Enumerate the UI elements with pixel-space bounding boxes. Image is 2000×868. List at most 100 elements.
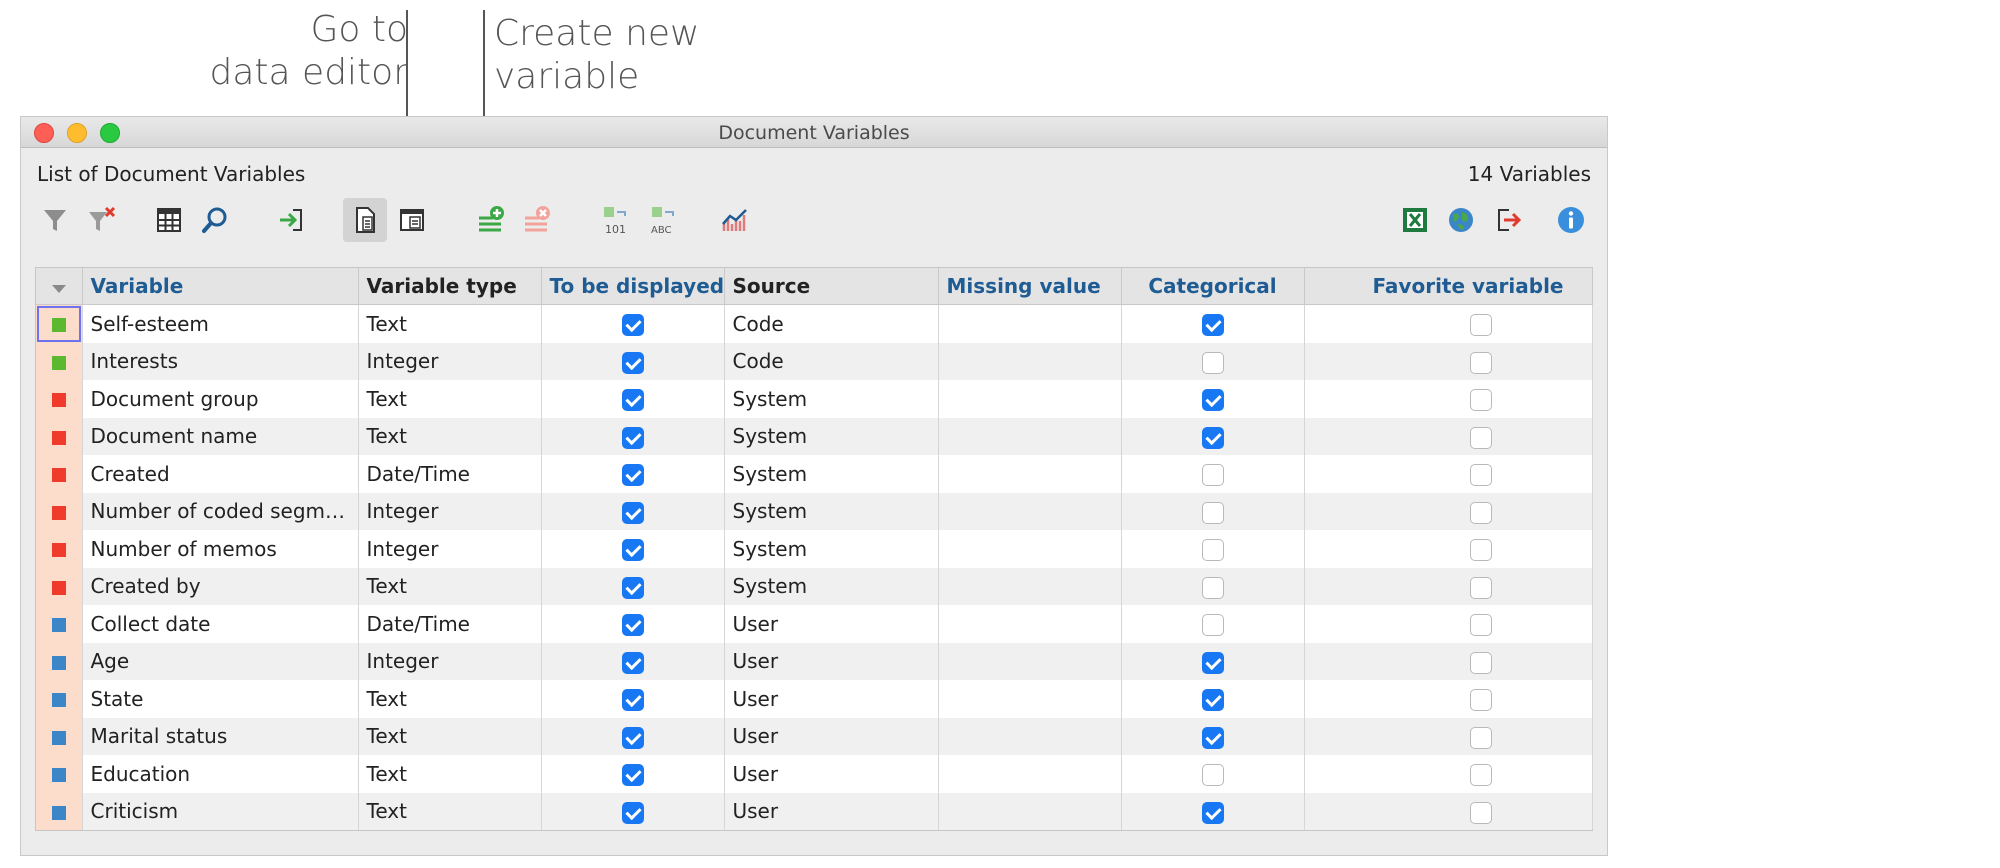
categorical-checkbox[interactable] bbox=[1201, 651, 1224, 674]
row-marker[interactable] bbox=[36, 642, 83, 680]
favorite-variable-checkbox[interactable] bbox=[1469, 501, 1492, 524]
row-marker[interactable] bbox=[36, 492, 83, 530]
to-be-displayed-checkbox[interactable] bbox=[621, 614, 644, 636]
missing-value-cell[interactable] bbox=[938, 755, 1122, 793]
categorical-checkbox[interactable] bbox=[1201, 539, 1224, 561]
to-be-displayed-checkbox[interactable] bbox=[621, 539, 644, 561]
table-row[interactable]: Age Integer User bbox=[36, 642, 1593, 680]
statistics-button[interactable] bbox=[713, 198, 757, 242]
new-variable-button[interactable] bbox=[469, 198, 513, 242]
categorical-checkbox[interactable] bbox=[1201, 389, 1224, 411]
excel-export-button[interactable] bbox=[1393, 198, 1437, 242]
to-be-displayed-checkbox[interactable] bbox=[621, 426, 644, 449]
categorical-checkbox[interactable] bbox=[1201, 426, 1224, 449]
categorical-checkbox[interactable] bbox=[1201, 464, 1224, 486]
missing-value-cell[interactable] bbox=[938, 342, 1122, 380]
row-marker[interactable] bbox=[36, 792, 83, 830]
categorical-checkbox[interactable] bbox=[1201, 764, 1224, 786]
table-row[interactable]: Number of coded segme... Integer System bbox=[36, 492, 1593, 530]
info-button[interactable] bbox=[1549, 198, 1593, 242]
row-marker[interactable] bbox=[36, 455, 83, 493]
missing-value-cell[interactable] bbox=[938, 567, 1122, 605]
clear-filter-button[interactable] bbox=[79, 198, 123, 242]
column-header-variable-type[interactable]: Variable type bbox=[358, 268, 542, 305]
to-be-displayed-checkbox[interactable] bbox=[621, 501, 644, 524]
variable-name-cell[interactable]: Collect date bbox=[82, 605, 359, 643]
variable-name-cell[interactable]: Age bbox=[82, 642, 359, 680]
to-be-displayed-checkbox[interactable] bbox=[621, 351, 644, 374]
missing-value-cell[interactable] bbox=[938, 530, 1122, 568]
table-row[interactable]: Document name Text System bbox=[36, 417, 1593, 455]
categorical-checkbox[interactable] bbox=[1201, 726, 1224, 749]
variable-type-cell[interactable]: Integer bbox=[358, 342, 542, 380]
column-header-source[interactable]: Source bbox=[724, 268, 939, 305]
table-row[interactable]: Number of memos Integer System bbox=[36, 530, 1593, 568]
table-row[interactable]: Interests Integer Code bbox=[36, 342, 1593, 380]
row-marker[interactable] bbox=[36, 380, 83, 418]
to-be-displayed-checkbox[interactable] bbox=[621, 726, 644, 749]
table-row[interactable]: Criticism Text User bbox=[36, 792, 1593, 830]
variable-name-cell[interactable]: Number of memos bbox=[82, 530, 359, 568]
row-marker[interactable] bbox=[36, 605, 83, 643]
variable-type-cell[interactable]: Text bbox=[358, 304, 542, 343]
favorite-variable-checkbox[interactable] bbox=[1469, 314, 1492, 336]
variable-type-cell[interactable]: Integer bbox=[358, 530, 542, 568]
table-row[interactable]: Document group Text System bbox=[36, 380, 1593, 418]
variable-type-cell[interactable]: Date/Time bbox=[358, 605, 542, 643]
variable-name-cell[interactable]: Marital status bbox=[82, 717, 359, 755]
html-export-button[interactable] bbox=[1439, 198, 1483, 242]
row-marker[interactable] bbox=[36, 304, 83, 343]
to-be-displayed-checkbox[interactable] bbox=[621, 314, 644, 336]
table-row[interactable]: Created by Text System bbox=[36, 567, 1593, 605]
table-row[interactable]: State Text User bbox=[36, 680, 1593, 718]
delete-variable-button[interactable] bbox=[515, 198, 559, 242]
sort-column-header[interactable] bbox=[36, 268, 83, 305]
missing-value-cell[interactable] bbox=[938, 717, 1122, 755]
missing-value-cell[interactable] bbox=[938, 792, 1122, 830]
favorite-variable-checkbox[interactable] bbox=[1469, 651, 1492, 674]
categorical-checkbox[interactable] bbox=[1201, 314, 1224, 336]
convert-text-button[interactable]: ABC bbox=[643, 198, 687, 242]
row-marker[interactable] bbox=[36, 755, 83, 793]
import-button[interactable] bbox=[269, 198, 313, 242]
variable-name-cell[interactable]: Created bbox=[82, 455, 359, 493]
column-header-missing-value[interactable]: Missing value bbox=[938, 268, 1122, 305]
variable-type-cell[interactable]: Text bbox=[358, 792, 542, 830]
favorite-variable-checkbox[interactable] bbox=[1469, 389, 1492, 411]
row-marker[interactable] bbox=[36, 717, 83, 755]
row-marker[interactable] bbox=[36, 342, 83, 380]
variable-type-cell[interactable]: Integer bbox=[358, 642, 542, 680]
column-header-to-be-displayed[interactable]: To be displayed bbox=[541, 268, 725, 305]
variable-name-cell[interactable]: Document group bbox=[82, 380, 359, 418]
variable-type-cell[interactable]: Text bbox=[358, 717, 542, 755]
variable-name-cell[interactable]: State bbox=[82, 680, 359, 718]
favorite-variable-checkbox[interactable] bbox=[1469, 464, 1492, 486]
favorite-variable-checkbox[interactable] bbox=[1469, 614, 1492, 636]
table-row[interactable]: Education Text User bbox=[36, 755, 1593, 793]
to-be-displayed-checkbox[interactable] bbox=[621, 689, 644, 711]
to-be-displayed-checkbox[interactable] bbox=[621, 651, 644, 674]
variable-type-cell[interactable]: Date/Time bbox=[358, 455, 542, 493]
categorical-checkbox[interactable] bbox=[1201, 689, 1224, 711]
missing-value-cell[interactable] bbox=[938, 642, 1122, 680]
convert-numeric-button[interactable]: 101 bbox=[595, 198, 639, 242]
categorical-checkbox[interactable] bbox=[1201, 614, 1224, 636]
export-button[interactable] bbox=[1485, 198, 1529, 242]
missing-value-cell[interactable] bbox=[938, 492, 1122, 530]
missing-value-cell[interactable] bbox=[938, 455, 1122, 493]
variable-type-cell[interactable]: Integer bbox=[358, 492, 542, 530]
variable-type-cell[interactable]: Text bbox=[358, 417, 542, 455]
filter-button[interactable] bbox=[33, 198, 77, 242]
table-row[interactable]: Self-esteem Text Code bbox=[36, 304, 1593, 343]
variable-type-cell[interactable]: Text bbox=[358, 755, 542, 793]
favorite-variable-checkbox[interactable] bbox=[1469, 351, 1492, 374]
variable-name-cell[interactable]: Document name bbox=[82, 417, 359, 455]
missing-value-cell[interactable] bbox=[938, 680, 1122, 718]
to-be-displayed-checkbox[interactable] bbox=[621, 801, 644, 824]
variable-name-cell[interactable]: Number of coded segme... bbox=[82, 492, 359, 530]
variable-name-cell[interactable]: Criticism bbox=[82, 792, 359, 830]
column-header-favorite-variable[interactable]: Favorite variable bbox=[1304, 268, 1593, 305]
row-marker[interactable] bbox=[36, 530, 83, 568]
table-row[interactable]: Marital status Text User bbox=[36, 717, 1593, 755]
to-be-displayed-checkbox[interactable] bbox=[621, 389, 644, 411]
